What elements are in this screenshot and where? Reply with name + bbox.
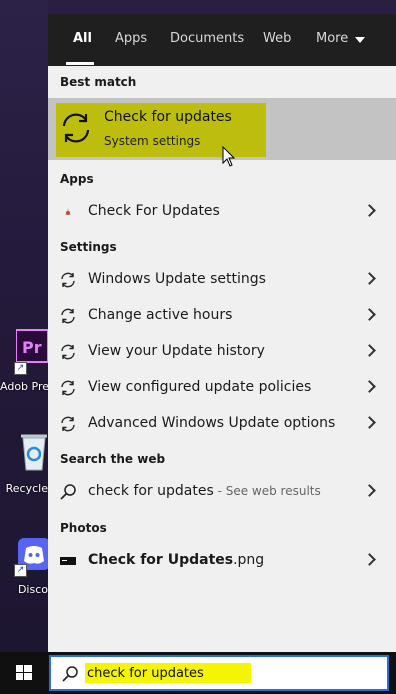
result-label: View configured update policies (88, 379, 312, 395)
recycle-bin-icon (21, 434, 47, 471)
mouse-cursor-icon (222, 146, 236, 167)
section-settings: Settings (60, 240, 117, 254)
chevron-right-icon[interactable] (363, 272, 376, 285)
desktop-icon-recycle-bin[interactable]: Recycle (0, 430, 48, 500)
result-label: View your Update history (88, 343, 265, 359)
desktop-icon-discord[interactable]: ↗ Disco (0, 534, 50, 604)
section-search-web: Search the web (60, 452, 166, 466)
chevron-right-icon[interactable] (363, 204, 376, 217)
shortcut-arrow-icon: ↗ (14, 564, 27, 577)
section-apps: Apps (60, 172, 94, 186)
best-match-title: Check for updates (104, 109, 232, 125)
windows-start-icon[interactable] (0, 652, 48, 694)
sync-icon (61, 272, 75, 288)
result-label: Advanced Windows Update options (88, 415, 336, 431)
shortcut-arrow-icon: ↗ (14, 362, 27, 375)
result-label: Check for Updates.png (88, 552, 264, 568)
desktop: Pr ↗ Adob Premiere Recycle ↗ Disco (0, 0, 50, 652)
tab-all[interactable]: All (73, 31, 92, 46)
taskbar (0, 652, 396, 694)
best-match-subtitle: System settings (104, 134, 201, 148)
settings-result-update-history[interactable]: View your Update history (48, 334, 396, 370)
section-best-match: Best match (60, 75, 137, 89)
app-icon (65, 208, 71, 215)
image-file-icon (60, 557, 76, 565)
photo-result-check-for-updates-png[interactable]: Check for Updates.png (48, 543, 396, 579)
file-extension: .png (233, 552, 265, 568)
desktop-icon-label: Disco (17, 583, 48, 596)
taskbar-search-box[interactable] (49, 655, 389, 691)
settings-result-update-policies[interactable]: View configured update policies (48, 370, 396, 406)
tab-documents[interactable]: Documents (170, 31, 244, 46)
sync-icon (61, 308, 75, 324)
web-results-suffix: - See web results (213, 484, 321, 498)
active-tab-indicator (66, 62, 94, 65)
tab-web[interactable]: Web (263, 31, 291, 46)
more-dropdown-icon[interactable] (355, 37, 365, 43)
sync-icon (61, 416, 75, 432)
chevron-right-icon[interactable] (363, 308, 376, 321)
search-panel: All Apps Documents Web More Best match C… (48, 14, 396, 652)
chevron-right-icon[interactable] (363, 344, 376, 357)
filter-tab-bar: All Apps Documents Web More (48, 14, 396, 66)
result-label: Check For Updates (88, 203, 220, 219)
svg-text:Pr: Pr (22, 338, 42, 357)
tab-more[interactable]: More (316, 31, 348, 46)
chevron-right-icon[interactable] (363, 484, 376, 497)
settings-result-change-active-hours[interactable]: Change active hours (48, 298, 396, 334)
sync-icon (61, 344, 75, 360)
search-input[interactable] (87, 663, 367, 683)
result-label: check for updates - See web results (88, 483, 321, 499)
tab-apps[interactable]: Apps (115, 31, 147, 46)
file-name: Check for Updates (88, 552, 234, 568)
web-query: check for updates (88, 483, 214, 499)
app-result-check-for-updates[interactable]: Check For Updates (48, 194, 396, 230)
search-icon (60, 484, 76, 500)
sync-icon (61, 380, 75, 396)
desktop-icon-premiere[interactable]: Pr ↗ Adob Premiere (0, 326, 48, 410)
section-photos: Photos (60, 521, 107, 535)
settings-result-windows-update-settings[interactable]: Windows Update settings (48, 262, 396, 298)
desktop-icon-label: Recycle (5, 482, 48, 495)
chevron-right-icon[interactable] (363, 380, 376, 393)
chevron-right-icon[interactable] (363, 416, 376, 429)
sync-icon (62, 113, 90, 143)
web-search-result[interactable]: check for updates - See web results (48, 474, 396, 510)
result-label: Change active hours (88, 307, 233, 323)
chevron-right-icon[interactable] (363, 553, 376, 566)
best-match-result[interactable]: Check for updates System settings (48, 98, 396, 167)
desktop-icon-label: Adob Premiere (0, 380, 48, 393)
result-label: Windows Update settings (88, 271, 266, 287)
settings-result-advanced-options[interactable]: Advanced Windows Update options (48, 406, 396, 442)
search-icon (62, 666, 78, 682)
